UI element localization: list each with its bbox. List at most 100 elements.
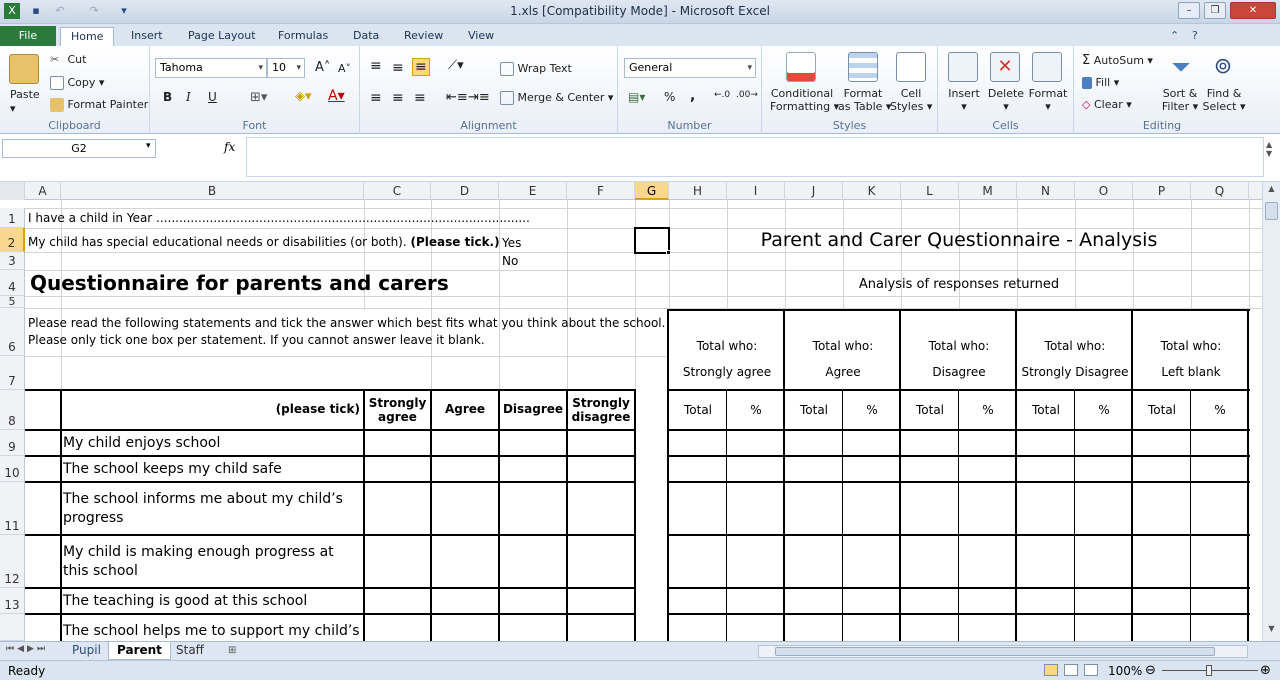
increase-decimal-icon[interactable]: ←.0 — [714, 90, 730, 100]
column-header-selected[interactable]: G — [635, 182, 669, 200]
format-cells-button[interactable]: Format ▾ — [1028, 87, 1068, 113]
page-break-view-icon[interactable] — [1084, 664, 1098, 676]
column-header[interactable]: D — [431, 182, 499, 200]
restore-button[interactable]: ❐ — [1204, 2, 1226, 19]
row-header[interactable]: 6 — [0, 308, 25, 356]
format-painter-button[interactable]: Format Painter — [50, 98, 148, 112]
row-header[interactable]: 10 — [0, 456, 25, 482]
align-bottom-icon[interactable]: ≡ — [412, 58, 430, 76]
font-size-select[interactable]: 10 — [267, 58, 305, 78]
fill-button[interactable]: Fill ▾ — [1082, 76, 1119, 89]
normal-view-icon[interactable] — [1044, 664, 1058, 676]
paste-icon[interactable] — [9, 54, 39, 84]
delete-cells-button[interactable]: Delete ▾ — [986, 87, 1026, 113]
close-button[interactable]: ✕ — [1230, 2, 1276, 19]
find-select-button[interactable]: Find & Select ▾ — [1202, 87, 1246, 113]
autosum-button[interactable]: Σ AutoSum ▾ — [1082, 53, 1153, 68]
clear-button[interactable]: ◇ Clear ▾ — [1082, 98, 1132, 111]
paste-dropdown-icon[interactable]: ▾ — [10, 102, 16, 115]
row-header[interactable]: 7 — [0, 356, 25, 390]
format-cells-icon[interactable] — [1032, 52, 1062, 82]
row-header[interactable]: 4 — [0, 270, 25, 296]
cell-styles-button[interactable]: Cell Styles ▾ — [890, 87, 932, 113]
zoom-slider-thumb[interactable] — [1206, 665, 1212, 676]
align-left-icon[interactable]: ≡ — [370, 90, 382, 106]
insert-sheet-icon[interactable]: ⊞ — [220, 642, 244, 660]
row-header[interactable]: 1 — [0, 208, 25, 228]
horizontal-scrollbar[interactable] — [758, 645, 1248, 658]
column-header[interactable]: Q — [1191, 182, 1249, 200]
sheet-tab-staff[interactable]: Staff — [168, 642, 212, 660]
row-header-selected[interactable]: 2 — [0, 228, 25, 252]
column-header[interactable]: E — [499, 182, 567, 200]
formula-input[interactable] — [246, 137, 1264, 177]
scroll-down-icon[interactable]: ▼ — [1265, 624, 1278, 638]
tab-data[interactable]: Data — [343, 27, 389, 46]
column-header[interactable]: J — [785, 182, 843, 200]
cell-styles-icon[interactable] — [896, 52, 926, 82]
insert-function-button[interactable]: fx — [224, 140, 235, 154]
insert-cells-button[interactable]: Insert ▾ — [946, 87, 982, 113]
accounting-format-icon[interactable]: ▤▾ — [628, 90, 645, 104]
name-box[interactable]: G2 — [2, 139, 156, 158]
vertical-scrollbar[interactable]: ▲ ▼ — [1262, 182, 1280, 641]
font-name-select[interactable]: Tahoma — [155, 58, 267, 78]
comma-button[interactable]: , — [690, 88, 695, 104]
sort-filter-icon[interactable]: ⏷ — [1166, 52, 1196, 82]
column-header[interactable]: C — [364, 182, 431, 200]
align-top-icon[interactable]: ≡ — [370, 58, 382, 74]
column-header[interactable]: K — [843, 182, 901, 200]
align-middle-icon[interactable]: ≡ — [392, 60, 404, 76]
underline-button[interactable]: U — [208, 90, 217, 104]
decrease-indent-icon[interactable]: ⇤≡ — [446, 90, 468, 105]
copy-button[interactable]: Copy ▾ — [50, 76, 104, 90]
shrink-font-icon[interactable]: A˅ — [338, 62, 351, 75]
row-header[interactable]: 3 — [0, 252, 25, 270]
increase-indent-icon[interactable]: ⇥≡ — [468, 90, 490, 105]
tab-review[interactable]: Review — [394, 27, 453, 46]
bold-button[interactable]: B — [163, 90, 172, 104]
sort-filter-button[interactable]: Sort & Filter ▾ — [1160, 87, 1200, 113]
delete-cells-icon[interactable]: ✕ — [990, 52, 1020, 82]
column-header[interactable]: O — [1075, 182, 1133, 200]
help-icon[interactable]: ? — [1192, 27, 1198, 46]
row-header[interactable]: 13 — [0, 588, 25, 614]
selected-cell[interactable] — [634, 227, 670, 254]
minimize-button[interactable]: – — [1178, 2, 1200, 19]
tab-formulas[interactable]: Formulas — [268, 27, 338, 46]
column-header[interactable]: N — [1017, 182, 1075, 200]
align-right-icon[interactable]: ≡ — [414, 90, 426, 106]
column-header[interactable]: L — [901, 182, 959, 200]
conditional-formatting-icon[interactable] — [786, 52, 816, 82]
wrap-text-button[interactable]: Wrap Text — [500, 62, 572, 76]
sheet-tab-pupil[interactable]: Pupil — [64, 642, 109, 660]
zoom-out-icon[interactable]: ⊖ — [1145, 662, 1156, 680]
row-header[interactable]: 11 — [0, 482, 25, 535]
column-header[interactable]: H — [669, 182, 727, 200]
binoculars-icon[interactable]: ⊚ — [1208, 52, 1238, 82]
tab-home[interactable]: Home — [60, 27, 115, 46]
cut-button[interactable]: ✂ Cut — [50, 53, 86, 67]
scroll-up-icon[interactable]: ▲ — [1265, 184, 1278, 198]
decrease-decimal-icon[interactable]: .00→ — [736, 90, 758, 100]
italic-button[interactable]: I — [186, 90, 191, 104]
format-as-table-icon[interactable] — [848, 52, 878, 82]
paste-button[interactable]: Paste — [10, 88, 40, 101]
number-format-select[interactable]: General — [624, 58, 756, 78]
row-header[interactable]: 5 — [0, 295, 25, 308]
font-color-icon[interactable]: A▾ — [328, 88, 345, 104]
borders-icon[interactable]: ⊞▾ — [250, 90, 267, 105]
column-header[interactable]: M — [959, 182, 1017, 200]
grow-font-icon[interactable]: A˄ — [315, 60, 330, 75]
zoom-level[interactable]: 100% — [1108, 662, 1142, 680]
vertical-scroll-thumb[interactable] — [1265, 202, 1278, 220]
orientation-icon[interactable]: ⟋▾ — [448, 58, 464, 73]
select-all-button[interactable] — [0, 182, 25, 200]
fill-color-icon[interactable]: ◈▾ — [295, 89, 312, 104]
column-header[interactable]: F — [567, 182, 635, 200]
sheet-nav-icons[interactable]: ⏮◀▶⏭ — [6, 644, 48, 654]
column-header[interactable]: B — [61, 182, 364, 200]
tab-file[interactable]: File — [0, 26, 56, 46]
sheet-tab-parent[interactable]: Parent — [108, 642, 171, 660]
column-header[interactable]: I — [727, 182, 785, 200]
